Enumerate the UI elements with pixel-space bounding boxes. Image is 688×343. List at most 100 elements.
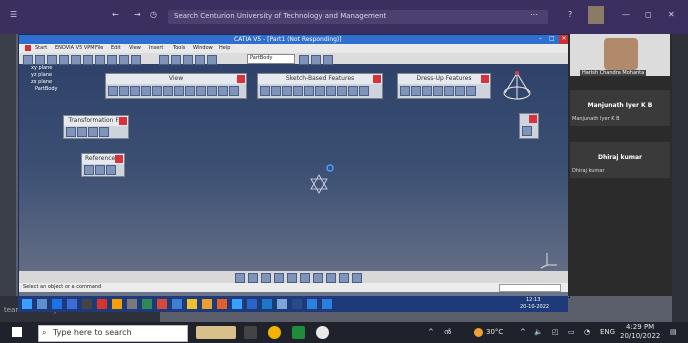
tree-yz-plane[interactable]: yz plane [31,72,52,78]
analysis-icon[interactable] [326,273,336,283]
point-icon[interactable] [84,164,94,175]
save-icon[interactable] [47,55,57,65]
menu-tools[interactable]: Tools [173,45,185,51]
excel-icon[interactable] [292,326,305,339]
excel-icon[interactable] [142,299,152,309]
app-icon[interactable] [202,299,212,309]
catia-window[interactable]: CATIA V5 - [Part1 (Not Responding)] – □ … [18,34,570,298]
app-icon[interactable] [316,326,329,339]
word-icon[interactable] [247,299,257,309]
cmd-icon[interactable] [82,299,92,309]
pad-icon[interactable] [260,85,270,96]
volume-icon[interactable]: 🔈 [534,328,543,336]
boolean-icon[interactable] [311,55,321,65]
apply-material-icon[interactable] [287,273,297,283]
swap-space-icon[interactable] [218,85,228,96]
reference-elements-toolbar[interactable]: Reference... [81,153,125,177]
remove-face-icon[interactable] [466,85,476,96]
annotation-icon[interactable] [313,273,323,283]
more-icon[interactable]: ⋯ [530,10,538,19]
menu-insert[interactable]: Insert [149,45,163,51]
people-icon[interactable]: ൻ [444,328,451,337]
publication-icon[interactable] [300,273,310,283]
fly-icon[interactable] [108,85,118,96]
pocket-icon[interactable] [271,85,281,96]
monitor-icon[interactable] [292,299,302,309]
maximize-icon[interactable]: ◻ [645,10,652,19]
catalog-icon[interactable] [183,55,193,65]
zoom-out-icon[interactable] [163,85,173,96]
loft-icon[interactable] [348,85,358,96]
tools-icon[interactable] [323,55,333,65]
measure-between-icon[interactable] [274,273,284,283]
minimize-icon[interactable]: — [622,10,630,19]
tools-task-icon[interactable] [127,299,137,309]
knowledge-icon[interactable] [352,273,362,283]
formula-icon[interactable] [159,55,169,65]
hole-icon[interactable] [304,85,314,96]
reference-toolbar-close-icon[interactable] [115,155,123,163]
ie-icon[interactable] [52,299,62,309]
pan-icon[interactable] [130,85,140,96]
view-toolbar-close-icon[interactable] [237,75,245,83]
menu-view[interactable]: View [129,45,141,51]
axis-icon[interactable] [207,55,217,65]
close-icon[interactable]: ✕ [668,10,675,19]
normal-view-icon[interactable] [174,85,184,96]
weather-widget-icon[interactable] [196,326,236,339]
start-icon[interactable] [22,299,32,309]
history-icon[interactable]: ◷ [150,10,157,19]
fit-all-icon[interactable] [119,85,129,96]
avatar[interactable] [588,6,604,24]
task-view-icon[interactable] [244,326,257,339]
update-icon[interactable] [195,55,205,65]
insert-body-icon[interactable] [299,55,309,65]
plane-icon[interactable] [106,164,116,175]
edge-icon[interactable] [67,299,77,309]
sketch-toolbar-close-icon[interactable] [373,75,381,83]
command-input[interactable] [499,284,561,292]
chrome-icon[interactable] [268,326,281,339]
temperature[interactable]: 30°C [486,328,503,336]
tree-partbody[interactable]: PartBody [35,86,58,92]
sketch-analysis-icon[interactable] [235,273,245,283]
chevron-up-icon-2[interactable]: ^ [520,328,526,336]
shading-icon[interactable] [196,85,206,96]
participant-tile-2[interactable]: Manjunath Iyer K B Manjunath Iyer K B [570,90,670,126]
tree-xy-plane[interactable]: xy plane [31,65,52,71]
meeting-search-input[interactable]: Search Centurion University of Technolog… [168,10,548,24]
views-icon[interactable] [185,85,195,96]
sketcher-toolbar[interactable] [519,113,539,139]
shell-icon[interactable] [433,85,443,96]
network-icon[interactable]: ◰ [552,328,559,336]
back-arrow-icon[interactable]: ← [112,10,119,19]
outlook-icon[interactable] [262,299,272,309]
taskbar-search-input[interactable]: ⌕ Type here to search [38,325,188,342]
mirror-icon[interactable] [77,126,87,137]
app-icon-4[interactable] [322,299,332,309]
sketcher-icon[interactable] [522,125,532,136]
app-icon-3[interactable] [307,299,317,309]
menu-help[interactable]: Help [219,45,230,51]
slot-icon[interactable] [326,85,336,96]
redo-icon[interactable] [119,55,129,65]
catia-task-icon[interactable] [112,299,122,309]
participant-tile-3[interactable]: Dhiraj kumar Dhiraj kumar [570,142,670,178]
remove-loft-icon[interactable] [359,85,369,96]
view-toolbar[interactable]: View [105,73,247,99]
scaling-icon[interactable] [99,126,109,137]
task-view-icon[interactable] [37,299,47,309]
dress-up-features-toolbar[interactable]: Dress-Up Features [397,73,491,99]
powerpoint-icon[interactable] [157,299,167,309]
measure-icon[interactable] [171,55,181,65]
menu-file[interactable]: File [95,45,103,51]
tree-zx-plane[interactable]: zx plane [31,79,52,85]
print-icon[interactable] [59,55,69,65]
help-icon[interactable]: ? [568,10,572,19]
groove-icon[interactable] [293,85,303,96]
catia-maximize-icon[interactable]: □ [549,35,555,42]
hide-show-icon[interactable] [207,85,217,96]
menu-start[interactable]: Start [35,45,47,51]
compass-icon[interactable] [501,69,533,109]
body-dropdown[interactable]: PartBody [247,54,295,64]
